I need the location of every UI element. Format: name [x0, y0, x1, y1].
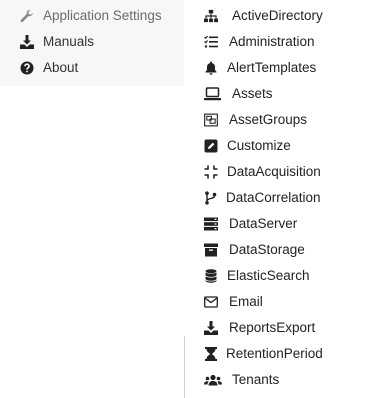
submenu-item-alerttemplates[interactable]: AlertTemplates	[184, 55, 365, 81]
submenu-item-customize[interactable]: Customize	[184, 133, 365, 159]
menu-item-manuals[interactable]: Manuals	[0, 29, 185, 55]
download-icon	[20, 35, 34, 49]
submenu-item-label: AssetGroups	[229, 112, 308, 127]
submenu-item-label: DataCorrelation	[226, 190, 321, 205]
archive-icon	[204, 243, 218, 257]
submenu-item-datacorrelation[interactable]: DataCorrelation	[184, 185, 365, 211]
database-icon	[204, 269, 218, 283]
submenu-item-label: Customize	[227, 138, 291, 153]
download-icon	[204, 321, 218, 335]
envelope-icon	[204, 295, 218, 309]
menu-item-label: Manuals	[43, 34, 95, 49]
submenu-item-email[interactable]: Email	[184, 289, 365, 315]
submenu-item-activedirectory[interactable]: ActiveDirectory	[184, 3, 365, 29]
submenu-item-elasticsearch[interactable]: ElasticSearch	[184, 263, 365, 289]
submenu-item-label: Administration	[229, 34, 315, 49]
object-group-icon	[204, 113, 218, 127]
sitemap-icon	[204, 9, 218, 23]
edit-icon	[204, 139, 218, 153]
submenu-item-reportsexport[interactable]: ReportsExport	[184, 315, 365, 341]
application-settings-submenu: ActiveDirectory Administration AlertTemp…	[184, 0, 365, 398]
submenu-item-label: Email	[229, 294, 263, 309]
server-icon	[204, 217, 218, 231]
submenu-item-label: DataStorage	[229, 242, 305, 257]
submenu-item-assetgroups[interactable]: AssetGroups	[184, 107, 365, 133]
submenu-item-label: ActiveDirectory	[232, 8, 323, 23]
compress-icon	[204, 165, 218, 179]
laptop-icon	[204, 87, 221, 101]
submenu-item-dataacquisition[interactable]: DataAcquisition	[184, 159, 365, 185]
submenu-item-assets[interactable]: Assets	[184, 81, 365, 107]
main-menu: Application Settings Manuals About	[0, 0, 185, 86]
wrench-icon	[20, 9, 34, 23]
menu-item-about[interactable]: About	[0, 55, 185, 81]
tasks-icon	[204, 35, 218, 49]
submenu-item-label: DataAcquisition	[227, 164, 321, 179]
users-icon	[204, 373, 222, 387]
submenu-item-administration[interactable]: Administration	[184, 29, 365, 55]
bell-icon	[204, 61, 218, 75]
submenu-item-tenants[interactable]: Tenants	[184, 367, 365, 393]
submenu-item-label: Assets	[232, 86, 273, 101]
submenu-item-label: Tenants	[232, 372, 280, 387]
menu-item-label: Application Settings	[43, 8, 162, 23]
hourglass-icon	[204, 347, 218, 361]
question-circle-icon	[20, 61, 34, 75]
menu-item-label: About	[43, 60, 79, 75]
submenu-item-label: ElasticSearch	[227, 268, 310, 283]
menu-item-application-settings[interactable]: Application Settings	[0, 3, 185, 29]
submenu-item-label: RetentionPeriod	[226, 346, 323, 361]
submenu-item-label: ReportsExport	[229, 320, 316, 335]
submenu-item-dataserver[interactable]: DataServer	[184, 211, 365, 237]
submenu-item-retentionperiod[interactable]: RetentionPeriod	[184, 341, 365, 367]
code-branch-icon	[204, 191, 218, 205]
submenu-item-datastorage[interactable]: DataStorage	[184, 237, 365, 263]
submenu-item-label: AlertTemplates	[227, 60, 317, 75]
submenu-item-label: DataServer	[229, 216, 298, 231]
